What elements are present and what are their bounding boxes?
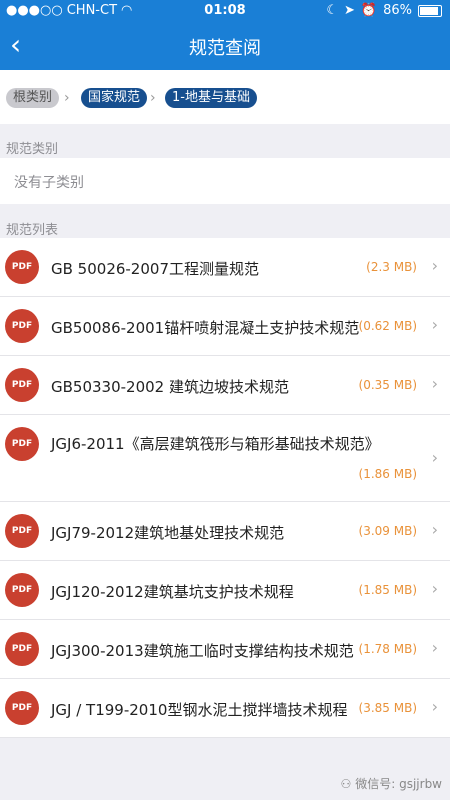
category-section-label: 规范类别	[6, 142, 59, 157]
list-section-label: 规范列表	[6, 223, 59, 238]
spec-name: JGJ120-2012建筑基坑支护技术规程	[51, 583, 294, 601]
chevron-right-icon: ›	[431, 579, 438, 598]
chevron-right-icon: ›	[431, 520, 438, 539]
spec-name: GB50330-2002 建筑边坡技术规范	[51, 378, 289, 396]
file-size: (0.35 MB)	[358, 378, 417, 392]
spec-name: JGJ / T199-2010型钢水泥土搅拌墙技术规程	[51, 701, 348, 719]
breadcrumb: 根类别 › 国家规范 › 1-地基与基础	[0, 70, 450, 124]
list-item[interactable]: PDF JGJ120-2012建筑基坑支护技术规程 (1.85 MB) ›	[0, 561, 450, 620]
list-item[interactable]: PDF GB50086-2001锚杆喷射混凝土支护技术规范 (0.62 MB) …	[0, 297, 450, 356]
battery-icon	[418, 4, 442, 17]
breadcrumb-root[interactable]: 根类别	[6, 88, 60, 108]
alarm-icon: ⏰	[360, 3, 378, 18]
pdf-icon: PDF	[5, 632, 39, 666]
empty-category-text: 没有子类别	[14, 175, 84, 191]
chevron-right-icon: ›	[431, 256, 438, 275]
breadcrumb-national-spec[interactable]: 国家规范	[81, 88, 148, 108]
file-size: (1.78 MB)	[358, 642, 417, 656]
pdf-icon: PDF	[5, 309, 39, 343]
breadcrumb-chevron-icon: ›	[150, 90, 156, 106]
pdf-icon: PDF	[5, 250, 39, 284]
chevron-right-icon: ›	[431, 315, 438, 334]
category-block: 没有子类别	[0, 158, 450, 204]
file-size: (2.3 MB)	[366, 260, 417, 274]
spec-name: GB50086-2001锚杆喷射混凝土支护技术规范	[51, 319, 360, 337]
moon-icon: ☾	[326, 3, 338, 18]
status-bar: ●●●○○ CHN-CT ◠ 01:08 ☾ ➤ ⏰ 86%	[0, 0, 450, 22]
spec-name: GB 50026-2007工程测量规范	[51, 260, 259, 278]
spec-name: JGJ79-2012建筑地基处理技术规范	[51, 524, 285, 542]
watermark-text: 微信号: gsjjrbw	[355, 777, 442, 791]
spec-name: JGJ6-2011《高层建筑筏形与箱形基础技术规范》	[51, 435, 380, 453]
pdf-icon: PDF	[5, 368, 39, 402]
list-item[interactable]: PDF JGJ300-2013建筑施工临时支撑结构技术规范 (1.78 MB) …	[0, 620, 450, 679]
file-size: (3.09 MB)	[358, 524, 417, 538]
breadcrumb-chevron-icon: ›	[64, 90, 70, 106]
list-item[interactable]: PDF GB 50026-2007工程测量规范 (2.3 MB) ›	[0, 238, 450, 297]
wechat-icon: ⚇	[340, 776, 352, 791]
file-size: (0.62 MB)	[358, 319, 417, 333]
nav-bar: ‹ 规范查阅	[0, 22, 450, 70]
pdf-icon: PDF	[5, 514, 39, 548]
pdf-icon: PDF	[5, 691, 39, 725]
page-title: 规范查阅	[189, 38, 261, 59]
battery-percent: 86%	[383, 3, 412, 18]
list-item[interactable]: PDF JGJ79-2012建筑地基处理技术规范 (3.09 MB) ›	[0, 502, 450, 561]
location-icon: ➤	[344, 3, 355, 18]
list-item[interactable]: PDF JGJ6-2011《高层建筑筏形与箱形基础技术规范》 (1.86 MB)…	[0, 415, 450, 502]
chevron-right-icon: ›	[431, 638, 438, 657]
list-item[interactable]: PDF JGJ / T199-2010型钢水泥土搅拌墙技术规程 (3.85 MB…	[0, 679, 450, 738]
pdf-icon: PDF	[5, 427, 39, 461]
chevron-right-icon: ›	[431, 374, 438, 393]
breadcrumb-foundation[interactable]: 1-地基与基础	[165, 88, 257, 108]
chevron-right-icon: ›	[431, 448, 438, 467]
wechat-watermark: ⚇ 微信号: gsjjrbw	[340, 775, 442, 792]
file-size: (3.85 MB)	[358, 701, 417, 715]
list-item[interactable]: PDF GB50330-2002 建筑边坡技术规范 (0.35 MB) ›	[0, 356, 450, 415]
spec-name: JGJ300-2013建筑施工临时支撑结构技术规范	[51, 642, 354, 660]
file-size: (1.85 MB)	[358, 583, 417, 597]
pdf-icon: PDF	[5, 573, 39, 607]
file-size: (1.86 MB)	[358, 467, 417, 481]
chevron-right-icon: ›	[431, 697, 438, 716]
